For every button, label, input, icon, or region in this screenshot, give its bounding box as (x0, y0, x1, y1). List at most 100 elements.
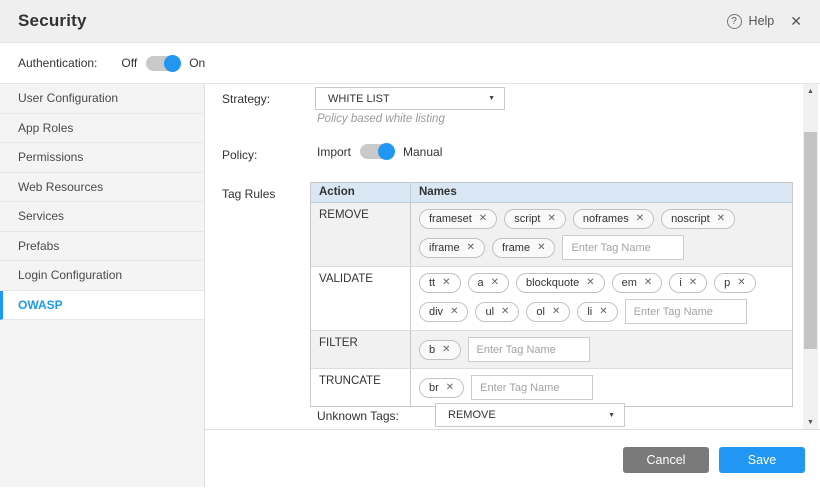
toggle-knob (378, 143, 395, 160)
remove-tag-icon[interactable]: ✕ (737, 278, 745, 288)
remove-tag-icon[interactable]: ✕ (717, 214, 725, 224)
sidebar-item-owasp[interactable]: OWASP (0, 291, 204, 321)
remove-tag-icon[interactable]: ✕ (450, 307, 458, 317)
strategy-select[interactable]: WHITE LIST ▼ (315, 87, 505, 110)
body-layout: User ConfigurationApp RolesPermissionsWe… (0, 84, 820, 487)
header-actions: ? Help ✕ (727, 14, 802, 29)
names-cell: br✕ (411, 369, 792, 406)
tag-chip-label: frame (502, 242, 530, 254)
policy-toggle-group: Import Manual (317, 144, 442, 159)
tag-chip-label: noscript (671, 213, 710, 225)
tag-chip-noscript: noscript ✕ (661, 209, 735, 229)
remove-tag-icon[interactable]: ✕ (636, 214, 644, 224)
tag-chip-label: a (478, 277, 484, 289)
tag-chip-p: p✕ (714, 273, 756, 293)
sidebar-item-web-resources[interactable]: Web Resources (0, 173, 204, 203)
sidebar-item-user-configuration[interactable]: User Configuration (0, 84, 204, 114)
tag-chip-br: br✕ (419, 378, 464, 398)
chevron-down-icon: ▼ (608, 412, 615, 419)
sidebar-item-login-configuration[interactable]: Login Configuration (0, 261, 204, 291)
scroll-up-icon[interactable]: ▲ (803, 84, 818, 98)
tag-chip-blockquote: blockquote ✕ (516, 273, 605, 293)
policy-toggle[interactable] (360, 144, 394, 159)
remove-tag-icon[interactable]: ✕ (501, 307, 509, 317)
help-button[interactable]: ? Help (727, 14, 775, 29)
sidebar-item-app-roles[interactable]: App Roles (0, 114, 204, 144)
strategy-hint: Policy based white listing (317, 113, 445, 125)
tag-chip-tt: tt✕ (419, 273, 461, 293)
names-cell: b✕ (411, 331, 792, 368)
tag-chip-label: ol (536, 306, 545, 318)
tag-chip-frameset: frameset ✕ (419, 209, 497, 229)
policy-import-label: Import (317, 145, 351, 159)
cancel-button[interactable]: Cancel (623, 447, 709, 473)
tag-rules-label: Tag Rules (222, 187, 275, 201)
close-icon[interactable]: ✕ (790, 14, 802, 28)
names-cell: frameset✕script✕noframes✕noscript✕iframe… (411, 203, 792, 266)
remove-tag-icon[interactable]: ✕ (442, 345, 450, 355)
vertical-scrollbar[interactable]: ▲ ▼ (803, 84, 818, 429)
names-cell: tt✕a✕blockquote✕em✕i✕p✕div✕ul✕ol✕li✕ (411, 267, 792, 330)
names-column-header: Names (411, 183, 792, 202)
footer-actions: Cancel Save (205, 429, 820, 487)
tag-chip-a: a✕ (468, 273, 510, 293)
authentication-off-label: Off (121, 56, 137, 70)
unknown-tags-label: Unknown Tags: (317, 409, 399, 423)
remove-tag-icon[interactable]: ✕ (442, 278, 450, 288)
tag-chip-label: p (724, 277, 730, 289)
enter-tag-input[interactable] (468, 337, 590, 362)
enter-tag-input[interactable] (562, 235, 684, 260)
unknown-tags-select[interactable]: REMOVE ▼ (435, 403, 625, 427)
page-header: Security ? Help ✕ (0, 0, 820, 43)
tag-rules-table-header: Action Names (311, 183, 792, 203)
tag-rule-row-filter: FILTERb✕ (311, 331, 792, 369)
remove-tag-icon[interactable]: ✕ (586, 278, 594, 288)
sidebar-item-permissions[interactable]: Permissions (0, 143, 204, 173)
tag-chip-em: em✕ (612, 273, 663, 293)
remove-tag-icon[interactable]: ✕ (479, 214, 487, 224)
scrollbar-thumb[interactable] (804, 132, 817, 349)
remove-tag-icon[interactable]: ✕ (599, 307, 607, 317)
tag-chip-div: div ✕ (419, 302, 468, 322)
tag-chip-li: li ✕ (577, 302, 617, 322)
remove-tag-icon[interactable]: ✕ (446, 383, 454, 393)
tag-chip-frame: frame ✕ (492, 238, 556, 258)
tag-chip-label: li (587, 306, 592, 318)
strategy-value: WHITE LIST (328, 93, 390, 105)
remove-tag-icon[interactable]: ✕ (537, 243, 545, 253)
policy-manual-label: Manual (403, 145, 442, 159)
tag-chip-label: div (429, 306, 443, 318)
tag-rule-row-remove: REMOVEframeset✕script✕noframes✕noscript✕… (311, 203, 792, 267)
policy-label: Policy: (222, 148, 257, 162)
authentication-toggle-group: Off On (121, 56, 205, 71)
owasp-panel: Strategy: WHITE LIST ▼ Policy based whit… (205, 84, 820, 429)
remove-tag-icon[interactable]: ✕ (491, 278, 499, 288)
remove-tag-icon[interactable]: ✕ (467, 243, 475, 253)
authentication-label: Authentication: (18, 56, 97, 70)
scroll-down-icon[interactable]: ▼ (803, 415, 818, 429)
tag-rules-table: Action Names REMOVEframeset✕script✕nofra… (310, 182, 793, 407)
tag-chip-label: script (514, 213, 540, 225)
action-cell: TRUNCATE (311, 369, 411, 406)
page-title: Security (18, 11, 87, 31)
save-button[interactable]: Save (719, 447, 805, 473)
tag-chip-i: i✕ (669, 273, 707, 293)
tag-chip-label: b (429, 344, 435, 356)
tag-chip-label: blockquote (526, 277, 579, 289)
sidebar-item-services[interactable]: Services (0, 202, 204, 232)
remove-tag-icon[interactable]: ✕ (547, 214, 555, 224)
remove-tag-icon[interactable]: ✕ (689, 278, 697, 288)
authentication-toggle[interactable] (146, 56, 180, 71)
remove-tag-icon[interactable]: ✕ (552, 307, 560, 317)
help-icon: ? (727, 14, 742, 29)
enter-tag-input[interactable] (471, 375, 593, 400)
help-label: Help (749, 14, 775, 28)
sidebar-item-prefabs[interactable]: Prefabs (0, 232, 204, 262)
strategy-label: Strategy: (222, 92, 270, 106)
enter-tag-input[interactable] (625, 299, 747, 324)
action-cell: VALIDATE (311, 267, 411, 330)
action-cell: FILTER (311, 331, 411, 368)
remove-tag-icon[interactable]: ✕ (644, 278, 652, 288)
tag-chip-label: frameset (429, 213, 472, 225)
tag-chip-ol: ol ✕ (526, 302, 570, 322)
